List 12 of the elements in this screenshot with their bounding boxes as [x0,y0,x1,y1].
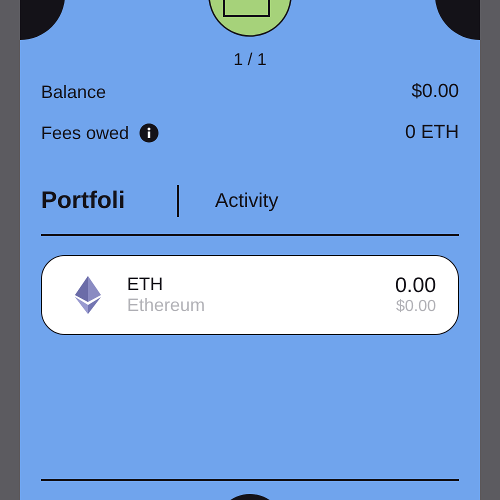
asset-amount: 0.00 [395,274,436,298]
tab[interactable]: Portfoli [41,187,125,215]
asset-card[interactable]: ETH Ethereum 0.00 $0.00 [41,255,459,335]
summary-label: Balance [41,82,106,102]
asset-name: Ethereum [127,295,206,316]
asset-fiat-value: $0.00 [396,298,436,316]
page-counter: 1 / 1 [232,50,268,70]
summary-label: Fees owed [41,122,130,144]
asset-symbol: ETH [127,274,164,295]
summary-value: $0.00 [411,81,459,103]
summary-value: 0 ETH [405,122,459,144]
tab[interactable]: Activity [215,190,278,212]
